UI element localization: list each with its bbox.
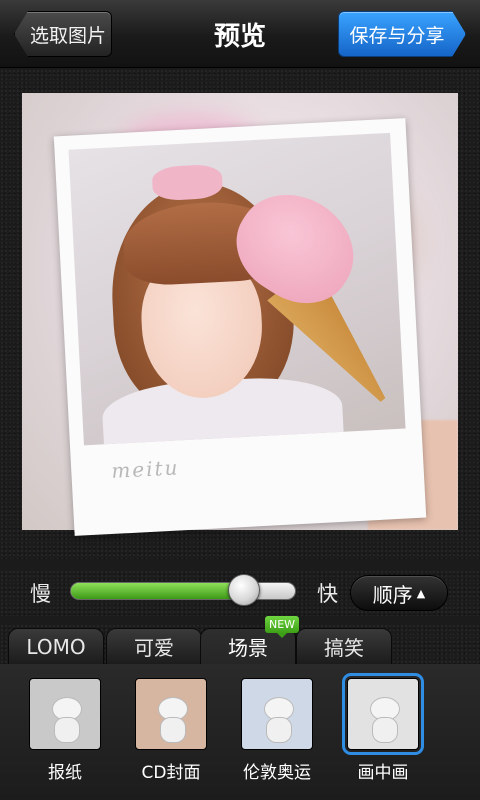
template-label: 报纸	[48, 763, 82, 783]
speed-slider-track[interactable]	[70, 582, 296, 600]
template-item[interactable]: 伦敦奥运	[232, 678, 322, 783]
bunny-body	[372, 717, 398, 743]
watermark: meitu	[110, 455, 181, 483]
slow-label: 慢	[30, 582, 51, 606]
fast-label: 快	[317, 582, 338, 606]
order-dropdown-button[interactable]: 顺序 ▲	[350, 575, 448, 611]
template-label: 画中画	[357, 763, 409, 783]
new-badge: NEW	[265, 616, 299, 638]
template-label: CD封面	[141, 763, 201, 783]
bunny-body	[266, 717, 292, 743]
template-thumbnail	[135, 678, 207, 750]
category-tabs: LOMO 可爱 场景 搞笑	[0, 624, 480, 664]
top-bar: 选取图片 预览 保存与分享	[0, 0, 480, 68]
template-thumbnail	[241, 678, 313, 750]
template-bar: 报纸 CD封面 伦敦奥运 画中画	[0, 664, 480, 800]
bunny-body	[160, 717, 186, 743]
bunny-body	[54, 717, 80, 743]
template-thumbnail	[342, 673, 424, 755]
speed-slider-thumb[interactable]	[228, 574, 261, 606]
speed-control-row: 慢 快 顺序 ▲	[0, 570, 480, 616]
speed-slider-fill	[71, 583, 244, 599]
back-button[interactable]: 选取图片	[14, 11, 112, 57]
tab-funny[interactable]: 搞笑	[296, 628, 392, 664]
caret-up-icon: ▲	[416, 586, 426, 600]
tab-cute[interactable]: 可爱	[106, 628, 202, 664]
polaroid-photo	[68, 132, 406, 446]
tab-lomo[interactable]: LOMO	[8, 628, 104, 664]
save-share-button[interactable]: 保存与分享	[338, 11, 466, 57]
template-item[interactable]: 报纸	[20, 678, 110, 783]
template-item[interactable]: CD封面	[126, 678, 216, 783]
template-item-selected[interactable]: 画中画	[338, 673, 428, 783]
polaroid-frame: meitu	[53, 118, 427, 536]
template-thumbnail	[29, 678, 101, 750]
template-label: 伦敦奥运	[243, 763, 311, 783]
order-label: 顺序	[372, 582, 413, 607]
